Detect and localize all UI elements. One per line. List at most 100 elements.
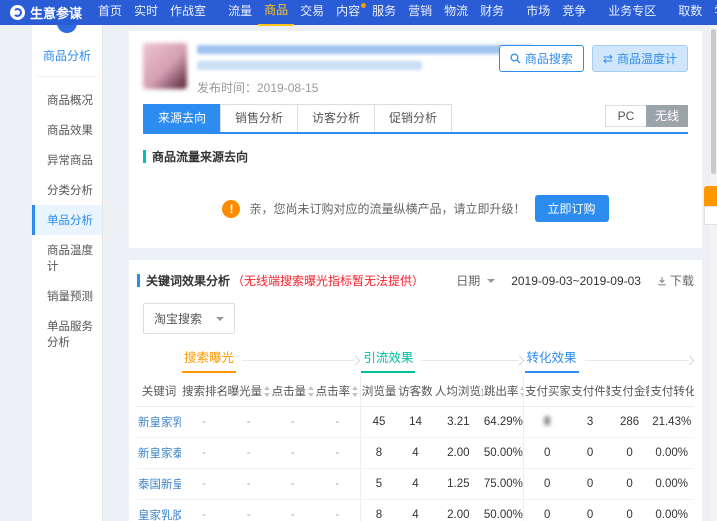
column-header[interactable]: 访客数 xyxy=(397,376,434,407)
metric-cell: 21.43% xyxy=(649,406,694,438)
metric-cell: 0 xyxy=(523,499,571,521)
product-thermometer-button[interactable]: ⇄ 商品温度计 xyxy=(591,45,688,72)
product-header: 发布时间：2019-08-15 商品搜索 ⇄ 商品温度计 xyxy=(143,43,688,96)
table-row: 新皇家乳胶枕----45143.2164.29%8328621.43% xyxy=(137,406,694,438)
column-header[interactable]: 跳出率 xyxy=(482,376,524,407)
sidebar-item[interactable]: 商品概况 xyxy=(32,85,102,115)
nav-item[interactable]: 流量 xyxy=(222,0,258,25)
nav-item[interactable]: 作战室 xyxy=(164,0,212,25)
sidebar-item[interactable]: 分类分析 xyxy=(32,175,102,205)
tab[interactable]: 销售分析 xyxy=(220,104,299,132)
group-arrow-icon xyxy=(684,355,695,365)
sidebar-item[interactable]: 单品分析 xyxy=(32,205,102,235)
nav-item[interactable]: 业务专区 xyxy=(602,0,662,25)
device-option[interactable]: 无线 xyxy=(646,105,688,127)
product-search-button[interactable]: 商品搜索 xyxy=(498,45,584,72)
sidebar-item[interactable]: 商品效果 xyxy=(32,115,102,145)
metric-cell: 45 xyxy=(359,406,398,438)
sort-icon[interactable] xyxy=(308,386,315,397)
column-header[interactable]: 支付转化率 xyxy=(649,376,694,407)
metric-cell: 8 xyxy=(359,499,398,521)
column-header[interactable]: 支付件数 xyxy=(570,376,610,407)
nav-item[interactable]: 首页 xyxy=(92,0,128,25)
notice-text: 亲，您尚未订购对应的流量纵横产品，请立即升级！ xyxy=(249,202,526,216)
column-group: 引流效果 xyxy=(360,344,524,376)
keyword-link[interactable]: 新皇家泰国乳 xyxy=(137,437,181,469)
metric-cell: - xyxy=(181,468,227,500)
censored-value: 8 xyxy=(543,416,551,428)
blurred-product-title xyxy=(197,45,532,54)
sidebar-menu: 商品概况 商品效果 异常商品 分类分析 单品分析 商品温度计 销量预测 单品服务分析 xyxy=(32,85,102,357)
scrollbar-thumb[interactable] xyxy=(711,29,716,174)
top-navbar: 生意参谋 首页 实时 作战室 流量 商品 交易 内容 服务 营销 物流 财务 市场 竞争 业务专区 … xyxy=(0,0,717,26)
sort-icon[interactable] xyxy=(264,386,271,397)
metric-cell: 3 xyxy=(570,406,610,438)
sidebar-item[interactable]: 异常商品 xyxy=(32,145,102,175)
metric-cell: 0.00% xyxy=(649,437,694,469)
upgrade-notice: ! 亲，您尚未订购对应的流量纵横产品，请立即升级！ 立即订购 xyxy=(143,195,688,222)
order-now-button[interactable]: 立即订购 xyxy=(534,195,609,222)
tab[interactable]: 促销分析 xyxy=(374,104,453,132)
left-rail xyxy=(0,25,32,521)
metric-cell: - xyxy=(226,468,271,500)
date-dropdown[interactable]: 日期 xyxy=(456,272,496,289)
metric-cell: 0 xyxy=(570,468,610,500)
group-spacer xyxy=(137,344,181,376)
sidebar-item[interactable]: 单品服务分析 xyxy=(32,311,102,357)
nav-item[interactable]: 学院 xyxy=(708,0,717,25)
nav-item[interactable]: 营销 xyxy=(402,0,438,25)
download-button[interactable]: 下载 xyxy=(657,272,694,289)
column-header[interactable]: 搜索排名 xyxy=(181,376,227,407)
nav-item[interactable]: 内容 xyxy=(330,0,367,25)
tab[interactable]: 访客分析 xyxy=(297,104,376,132)
nav-item[interactable]: 服务 xyxy=(366,0,402,25)
page-scrollbar[interactable] xyxy=(710,25,717,521)
metric-cell: 0.00% xyxy=(649,468,694,500)
feedback-widget[interactable] xyxy=(704,186,717,225)
metric-cell: 8 xyxy=(359,437,398,469)
nav-item[interactable]: 商品 xyxy=(258,0,295,26)
column-group-row: 搜索曝光 引流效果 转化效果 xyxy=(137,344,695,376)
column-header: 支付买家数 xyxy=(523,376,571,407)
flow-section-header: 商品流量来源去向 xyxy=(143,148,688,165)
sidebar-item[interactable]: 商品温度计 xyxy=(32,235,102,281)
nav-item[interactable]: 取数 xyxy=(672,0,708,25)
nav-item[interactable]: 交易 xyxy=(294,0,330,25)
keyword-link[interactable]: 皇家乳胶枕 xyxy=(137,499,181,521)
metric-cell: 0 xyxy=(523,468,571,500)
column-header[interactable]: 曝光量 xyxy=(226,376,271,407)
nav-group-zone: 业务专区 xyxy=(602,0,662,25)
header-buttons: 商品搜索 ⇄ 商品温度计 xyxy=(498,45,688,72)
tab[interactable]: 来源去向 xyxy=(143,104,222,132)
metric-cell: - xyxy=(181,437,227,469)
column-header[interactable]: 点击量 xyxy=(270,376,315,407)
column-header[interactable]: 浏览量 xyxy=(359,376,398,407)
nav-item[interactable]: 物流 xyxy=(438,0,474,25)
nav-item[interactable]: 财务 xyxy=(474,0,510,25)
sidebar-item[interactable]: 销量预测 xyxy=(32,281,102,311)
feedback-widget-top[interactable] xyxy=(704,186,717,206)
metric-cell: 0 xyxy=(523,437,571,469)
warning-icon: ! xyxy=(222,199,241,218)
source-select[interactable]: 淘宝搜索 xyxy=(143,303,236,334)
product-image-blurred xyxy=(143,43,187,89)
feedback-widget-bottom[interactable] xyxy=(704,206,717,225)
metric-cell: - xyxy=(314,468,361,500)
column-header[interactable]: 点击率 xyxy=(314,376,361,407)
metric-cell: 0 xyxy=(570,499,610,521)
column-header[interactable]: 支付金额 xyxy=(609,376,650,407)
nav-item[interactable]: 实时 xyxy=(128,0,164,25)
metric-cell: - xyxy=(181,499,227,521)
sidebar: 商品分析 商品概况 商品效果 异常商品 分类分析 单品分析 商品温度计 销量预测 单品服务分析 xyxy=(32,13,103,521)
keyword-link[interactable]: 新皇家乳胶枕 xyxy=(137,406,181,438)
group-arrow-icon xyxy=(514,355,524,365)
column-header-row: 关键词搜索排名曝光量点击量点击率浏览量访客数人均浏览量跳出率支付买家数支付件数支… xyxy=(137,376,694,407)
nav-item[interactable]: 竞争 xyxy=(556,0,592,25)
device-option[interactable]: PC xyxy=(605,105,647,127)
column-header[interactable]: 人均浏览量 xyxy=(433,376,483,407)
nav-item[interactable]: 市场 xyxy=(520,0,556,25)
metric-cell: - xyxy=(314,499,361,521)
sort-icon[interactable] xyxy=(352,386,359,397)
keyword-section-note: （无线端搜索曝光指标暂无法提供） xyxy=(232,274,425,288)
keyword-link[interactable]: 泰国新皇家乳 xyxy=(137,468,181,500)
